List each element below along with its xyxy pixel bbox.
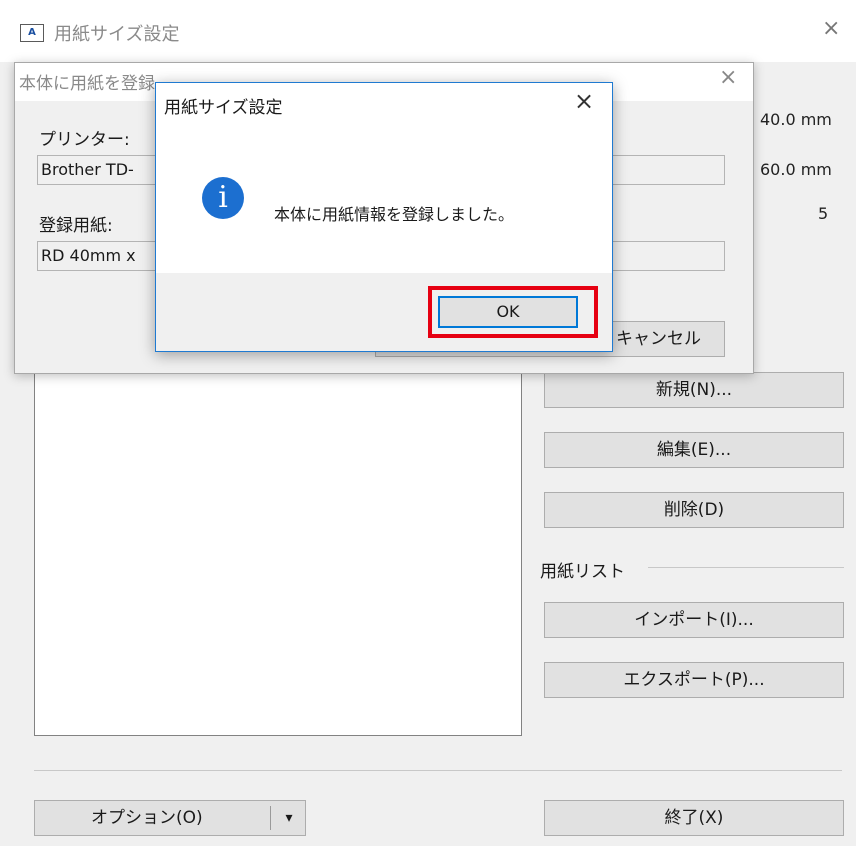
option-split-divider (270, 806, 271, 830)
main-titlebar: A 用紙サイズ設定 × (0, 0, 856, 62)
import-button[interactable]: インポート(I)... (544, 602, 844, 638)
message-text: 本体に用紙情報を登録しました。 (274, 205, 515, 224)
app-icon: A (20, 24, 44, 42)
edit-button[interactable]: 編集(E)... (544, 432, 844, 468)
exit-button[interactable]: 終了(X) (544, 800, 844, 836)
width-value: 40.0 mm (760, 110, 832, 129)
register-dialog-close-icon[interactable]: × (719, 65, 737, 90)
register-dialog-title: 本体に用紙を登録 (19, 74, 155, 94)
paper-list-label: 用紙リスト (540, 562, 625, 582)
main-title: 用紙サイズ設定 (54, 24, 180, 45)
message-dialog-close-icon[interactable]: × (574, 87, 594, 115)
printer-label: プリンター: (39, 130, 130, 150)
delete-button[interactable]: 削除(D) (544, 492, 844, 528)
paper-list-separator (648, 567, 844, 568)
new-button[interactable]: 新規(N)... (544, 372, 844, 408)
paper-listbox[interactable] (34, 368, 522, 736)
ok-button-highlight (428, 286, 598, 338)
count-value: 5 (818, 204, 829, 223)
paper-label: 登録用紙: (39, 216, 113, 236)
option-dropdown-icon[interactable]: ▾ (274, 800, 304, 836)
option-button-label: オプション(O) (91, 808, 203, 828)
bottom-separator (34, 770, 842, 771)
main-close-icon[interactable]: × (822, 16, 840, 41)
message-dialog-title: 用紙サイズ設定 (164, 98, 283, 118)
option-button[interactable]: オプション(O) (34, 800, 306, 836)
info-icon: i (202, 177, 244, 219)
height-value: 60.0 mm (760, 160, 832, 179)
export-button[interactable]: エクスポート(P)... (544, 662, 844, 698)
